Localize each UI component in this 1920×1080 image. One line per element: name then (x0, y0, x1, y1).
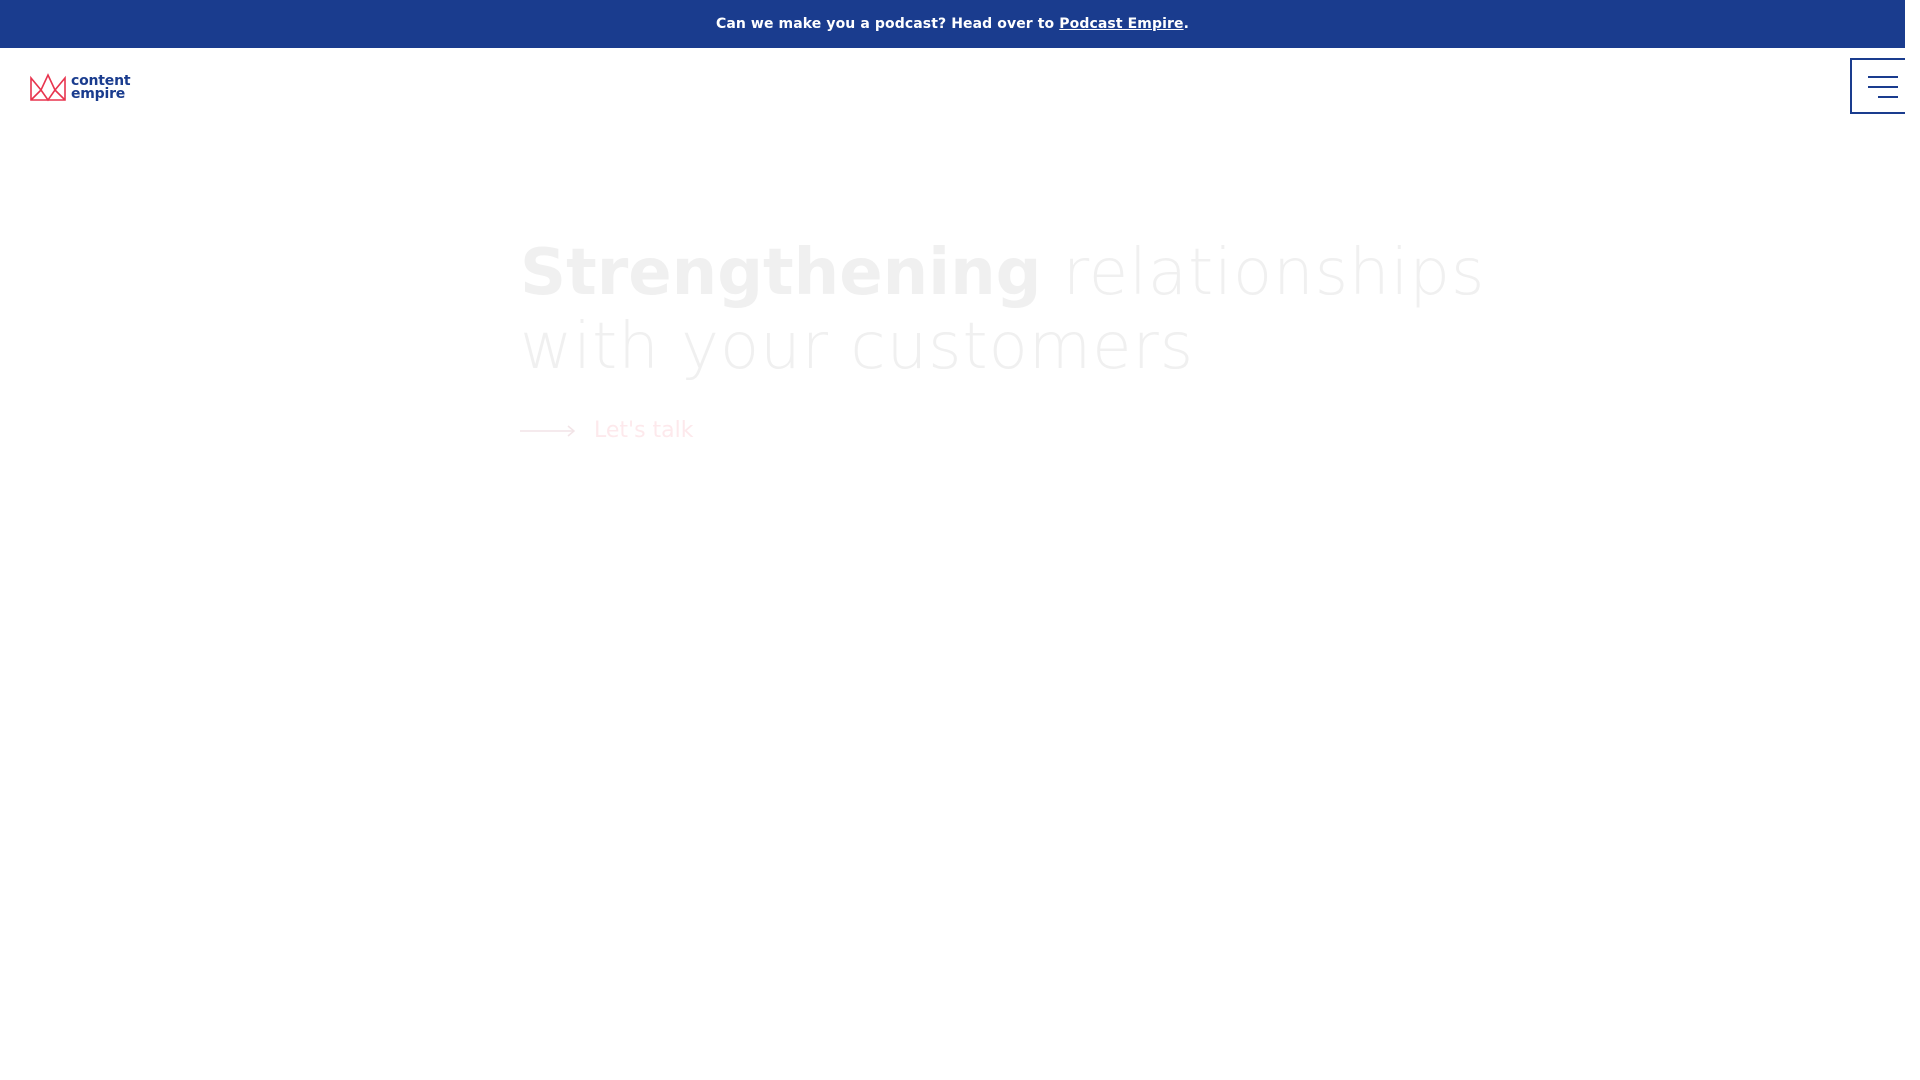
hero-heading-line2: with your customers (520, 310, 1195, 384)
hero-heading-line1: relationships (1062, 236, 1486, 310)
announcement-bar: Can we make you a podcast? Head over to … (0, 0, 1905, 48)
lets-talk-label: Let's talk (594, 418, 694, 443)
arrow-right-icon (520, 424, 576, 437)
hero-heading-bold: Strengthening (520, 236, 1042, 310)
podcast-empire-link[interactable]: Podcast Empire (1059, 16, 1183, 32)
hero-heading: Strengthening relationships with your cus… (520, 236, 1485, 384)
announcement-text: Can we make you a podcast? Head over to (715, 16, 1055, 32)
site-logo[interactable]: content empire (29, 70, 131, 106)
crown-icon (30, 73, 66, 102)
announcement-suffix: . (1183, 16, 1190, 32)
menu-button[interactable] (1850, 58, 1905, 114)
logo-line-2: empire (71, 86, 126, 102)
logo-wordmark: content empire (71, 74, 131, 102)
page: Can we make you a podcast? Head over to … (0, 0, 1905, 1080)
lets-talk-link[interactable]: Let's talk (520, 418, 694, 443)
